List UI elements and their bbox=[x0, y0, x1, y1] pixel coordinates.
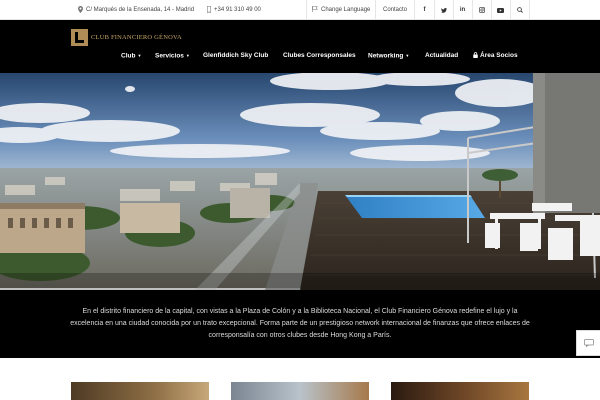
search-button[interactable] bbox=[510, 0, 529, 20]
hero-image bbox=[0, 73, 600, 290]
nav-item-networking[interactable]: Networking ▼ bbox=[368, 50, 409, 62]
nav-label: Servicios bbox=[155, 52, 184, 60]
instagram-icon bbox=[478, 7, 485, 13]
rooftop-terrace-view bbox=[0, 73, 600, 290]
main-header: CLUB FINANCIERO GÉNOVA Club ▼ Servicios ▼ … bbox=[0, 20, 600, 73]
feature-thumbnail-1[interactable] bbox=[71, 382, 209, 400]
logo-mark-icon bbox=[71, 28, 88, 46]
instagram-link[interactable] bbox=[472, 0, 491, 20]
nav-item-servicios[interactable]: Servicios ▼ bbox=[155, 50, 190, 62]
site-logo[interactable]: CLUB FINANCIERO GÉNOVA bbox=[71, 28, 182, 46]
change-language-text: Change Language bbox=[321, 7, 371, 13]
phone-item[interactable]: +34 91 310 49 00 bbox=[207, 0, 261, 20]
nav-item-actualidad[interactable]: Actualidad bbox=[425, 50, 458, 62]
address-item: C/ Marqués de la Ensenada, 14 - Madrid bbox=[78, 0, 194, 20]
feature-thumbnail-3[interactable] bbox=[391, 382, 529, 400]
nav-item-area-socios[interactable]: Área Socios bbox=[473, 50, 518, 62]
linkedin-icon: in bbox=[459, 7, 466, 13]
nav-label: Networking bbox=[368, 52, 404, 60]
nav-item-sky-club[interactable]: Glenfiddich Sky Club bbox=[203, 50, 268, 62]
phone-icon bbox=[207, 5, 211, 13]
flag-icon bbox=[312, 6, 318, 13]
intro-text: En el distrito financiero de la capital,… bbox=[70, 307, 530, 340]
lock-icon bbox=[473, 52, 478, 58]
address-text: C/ Marqués de la Ensenada, 14 - Madrid bbox=[86, 7, 195, 13]
youtube-icon bbox=[497, 7, 504, 13]
top-utility-bar: C/ Marqués de la Ensenada, 14 - Madrid +… bbox=[0, 0, 600, 20]
caret-down-icon: ▼ bbox=[185, 53, 190, 58]
location-pin-icon bbox=[78, 5, 83, 13]
caret-down-icon: ▼ bbox=[405, 53, 410, 58]
nav-item-club[interactable]: Club ▼ bbox=[121, 50, 141, 62]
chat-icon bbox=[583, 339, 594, 347]
twitter-icon bbox=[440, 7, 447, 13]
caret-down-icon: ▼ bbox=[137, 53, 142, 58]
side-contact-tab[interactable] bbox=[576, 330, 600, 356]
nav-label: Club bbox=[121, 52, 136, 60]
facebook-icon: f bbox=[423, 7, 426, 13]
twitter-link[interactable] bbox=[434, 0, 453, 20]
nav-item-corresponsales[interactable]: Clubes Corresponsales bbox=[283, 50, 356, 62]
facebook-link[interactable]: f bbox=[415, 0, 434, 20]
intro-caption: En el distrito financiero de la capital,… bbox=[0, 290, 600, 358]
nav-label: Área Socios bbox=[480, 52, 518, 59]
contact-link[interactable]: Contacto bbox=[383, 0, 407, 20]
linkedin-link[interactable]: in bbox=[453, 0, 472, 20]
search-icon bbox=[516, 7, 523, 13]
change-language-link[interactable]: Change Language bbox=[312, 0, 370, 20]
feature-thumbnail-2[interactable] bbox=[231, 382, 369, 400]
phone-text: +34 91 310 49 00 bbox=[214, 7, 261, 13]
youtube-link[interactable] bbox=[491, 0, 510, 20]
logo-text: CLUB FINANCIERO GÉNOVA bbox=[91, 33, 182, 41]
